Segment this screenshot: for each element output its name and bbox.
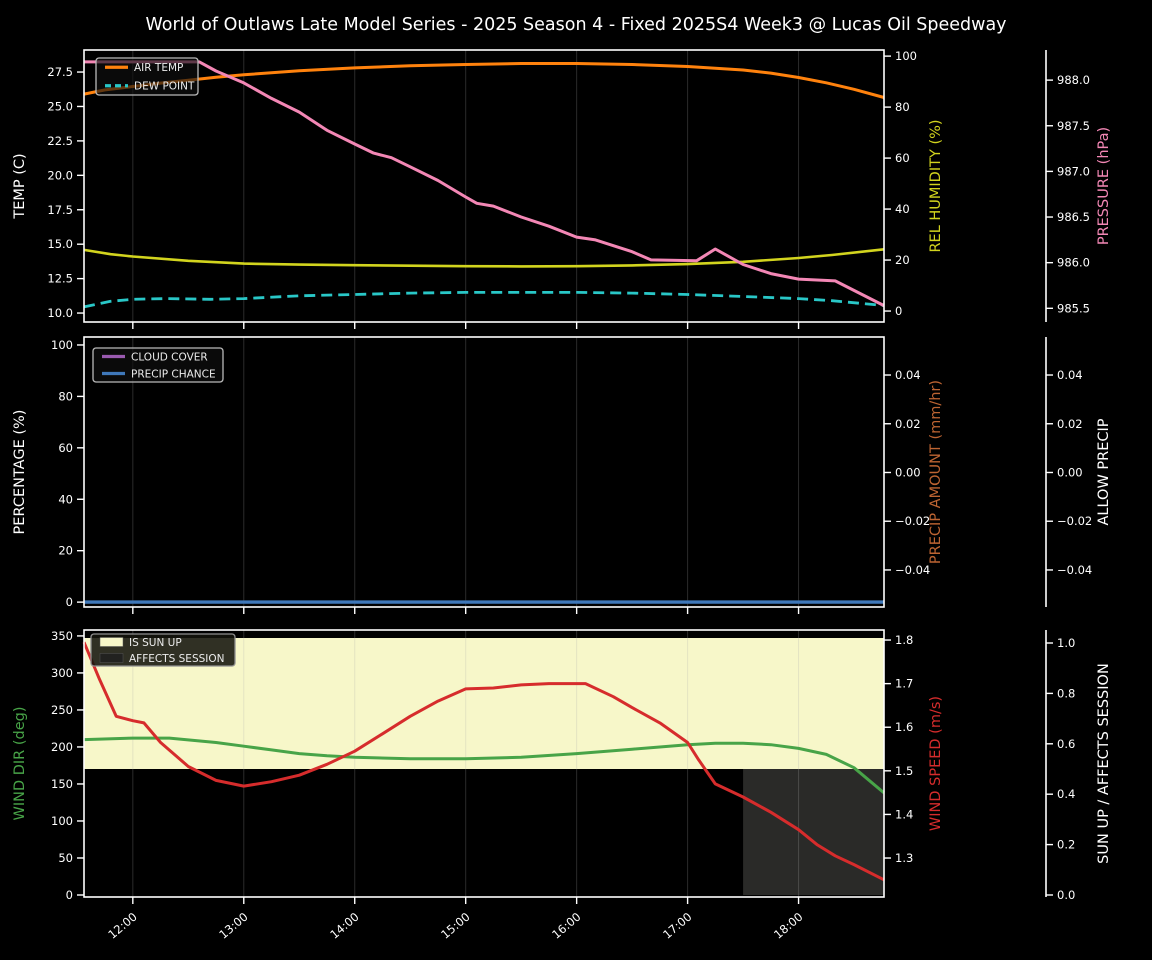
tick-label: 60 xyxy=(58,441,73,455)
axis-label-rel-humidity: REL HUMIDITY (%) xyxy=(928,119,944,252)
tick-label: 1.6 xyxy=(895,720,913,734)
tick-label: 20 xyxy=(895,253,910,267)
tick-label: −0.02 xyxy=(1057,514,1092,528)
tick-label: 0.8 xyxy=(1057,686,1075,700)
axis-label-wind-speed-m-s: WIND SPEED (m/s) xyxy=(928,696,944,831)
x-tick-label: 14:00 xyxy=(327,910,361,942)
tick-label: 80 xyxy=(58,389,73,403)
tick-label: 1.3 xyxy=(895,851,913,865)
tick-label: 985.5 xyxy=(1057,301,1090,315)
charts-canvas: 10.0 12.5 15.0 17.5 20.0 22.5 25.0 27.5 TEMP (C)… xyxy=(12,49,1112,942)
tick-label: 987.5 xyxy=(1057,119,1090,133)
tick-label: 22.5 xyxy=(47,134,73,148)
tick-label: 0.0 xyxy=(1057,888,1075,902)
legend-swatch-affects-session xyxy=(99,653,124,663)
tick-label: 0 xyxy=(66,888,73,902)
axis-label-percentage: PERCENTAGE (%) xyxy=(12,410,28,535)
tick-label: 0.04 xyxy=(895,368,921,382)
tick-label: 20 xyxy=(58,544,73,558)
tick-label: −0.04 xyxy=(1057,563,1092,577)
legend: AIR TEMP DEW POINT xyxy=(95,57,199,96)
weather-forecast-figure: 10.0 12.5 15.0 17.5 20.0 22.5 25.0 27.5 TEMP (C)… xyxy=(0,0,1152,960)
tick-label: 0.2 xyxy=(1057,838,1075,852)
legend-label-precip-chance: PRECIP CHANCE xyxy=(131,368,216,380)
page-title: World of Outlaws Late Model Series - 202… xyxy=(145,15,1007,35)
tick-label: 27.5 xyxy=(47,65,73,79)
series-dew-point xyxy=(83,291,885,309)
tick-label: 60 xyxy=(895,151,910,165)
tick-label: 1.5 xyxy=(895,764,913,778)
axis-label-wind-dir-deg: WIND DIR (deg) xyxy=(12,706,28,820)
legend-label-affects-session: AFFECTS SESSION xyxy=(129,653,225,665)
legend-label-air-temp: AIR TEMP xyxy=(134,62,183,74)
tick-label: 20.0 xyxy=(47,168,73,182)
tick-label: 150 xyxy=(51,777,73,791)
tick-label: −0.02 xyxy=(895,514,930,528)
tick-label: 12.5 xyxy=(47,272,73,286)
series-air-temp xyxy=(83,62,885,99)
tick-label: 100 xyxy=(51,338,73,352)
tick-label: 350 xyxy=(51,629,73,643)
axis-label-precip-amount-mm-hr: PRECIP AMOUNT (mm/hr) xyxy=(928,380,944,564)
tick-label: 200 xyxy=(51,740,73,754)
tick-label: 1.7 xyxy=(895,677,913,691)
plot-border xyxy=(83,49,885,323)
panel-precip-panel: 0 20 40 60 80 100 PERCENTAGE (%) −0.04 −0.02 0.00… xyxy=(12,336,1112,614)
tick-label: −0.04 xyxy=(895,563,930,577)
series-pressure xyxy=(84,60,885,307)
tick-label: 987.0 xyxy=(1057,164,1090,178)
x-tick-label: 15:00 xyxy=(438,910,472,942)
tick-label: 1.4 xyxy=(895,807,913,821)
tick-label: 0 xyxy=(895,304,902,318)
tick-label: 0.6 xyxy=(1057,737,1075,751)
tick-label: 10.0 xyxy=(47,306,73,320)
tick-label: 986.0 xyxy=(1057,256,1090,270)
axis-label-allow-precip: ALLOW PRECIP xyxy=(1096,418,1112,525)
axis-label-sun-up-affects-session: SUN UP / AFFECTS SESSION xyxy=(1096,663,1112,864)
tick-label: 0.4 xyxy=(1057,787,1075,801)
axis-label-temp-c: TEMP (C) xyxy=(12,153,28,219)
tick-label: 40 xyxy=(58,492,73,506)
x-tick-label: 12:00 xyxy=(105,910,139,942)
tick-label: 0 xyxy=(66,595,73,609)
legend: CLOUD COVER PRECIP CHANCE xyxy=(92,347,224,383)
tick-label: 300 xyxy=(51,666,73,680)
tick-label: 0.00 xyxy=(895,465,921,479)
legend-label-is-sun-up: IS SUN UP xyxy=(129,637,182,649)
legend-swatch-is-sun-up xyxy=(99,637,124,647)
tick-label: 50 xyxy=(58,851,73,865)
tick-label: 0.02 xyxy=(1057,417,1083,431)
tick-label: 25.0 xyxy=(47,99,73,113)
tick-label: 988.0 xyxy=(1057,73,1090,87)
tick-label: 100 xyxy=(51,814,73,828)
tick-label: 17.5 xyxy=(47,203,73,217)
tick-label: 250 xyxy=(51,703,73,717)
x-tick-label: 18:00 xyxy=(771,910,805,942)
fill-affects-session xyxy=(743,769,884,895)
panel-wind-panel: 0 50 100 150 200 250 300 350 WIND DIR (deg) 1.3 1.… xyxy=(12,629,1112,942)
tick-label: 0.04 xyxy=(1057,368,1083,382)
tick-label: 0.02 xyxy=(895,417,921,431)
tick-label: 0.00 xyxy=(1057,465,1083,479)
series-rel-humidity xyxy=(83,248,885,268)
x-tick-label: 13:00 xyxy=(216,910,250,942)
panel-temperature-panel: 10.0 12.5 15.0 17.5 20.0 22.5 25.0 27.5 TEMP (C)… xyxy=(12,49,1112,329)
x-tick-label: 17:00 xyxy=(660,910,694,942)
tick-label: 986.5 xyxy=(1057,210,1090,224)
axis-label-pressure-hpa: PRESSURE (hPa) xyxy=(1096,127,1112,245)
tick-label: 40 xyxy=(895,202,910,216)
tick-label: 1.0 xyxy=(1057,636,1075,650)
legend: IS SUN UP AFFECTS SESSION xyxy=(90,633,236,667)
tick-label: 80 xyxy=(895,100,910,114)
legend-label-dew-point: DEW POINT xyxy=(134,81,195,93)
tick-label: 100 xyxy=(895,49,917,63)
tick-label: 15.0 xyxy=(47,237,73,251)
tick-label: 1.8 xyxy=(895,633,913,647)
x-tick-label: 16:00 xyxy=(549,910,583,942)
legend-label-cloud-cover: CLOUD COVER xyxy=(131,351,208,363)
